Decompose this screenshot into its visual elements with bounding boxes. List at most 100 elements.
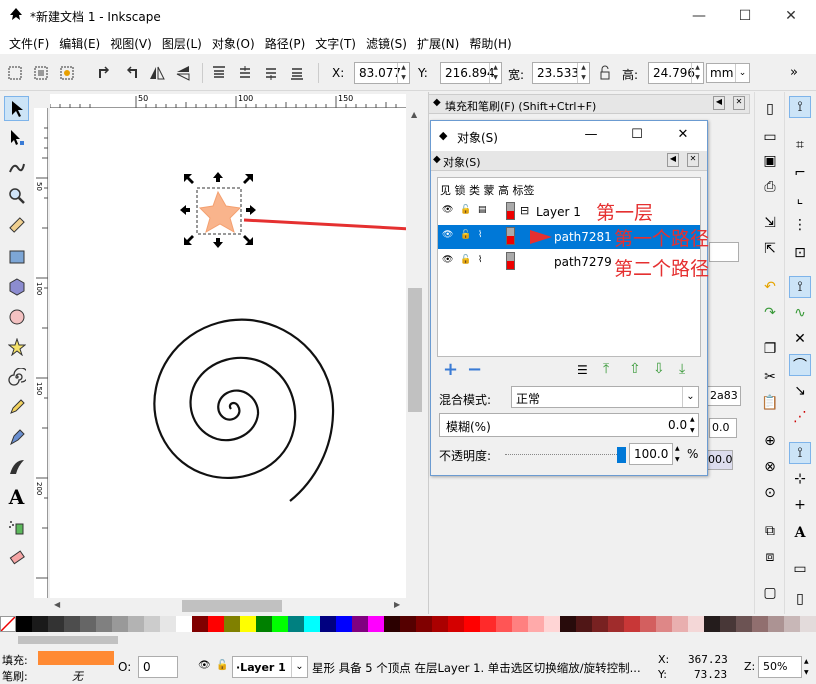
color-swatch[interactable] [448,616,464,632]
dock-collapse-icon[interactable]: ◀ [713,96,725,110]
zoom-field[interactable]: 50% [758,656,802,678]
star-tool-icon[interactable] [4,334,29,359]
color-swatch[interactable] [640,616,656,632]
calligraphy-tool-icon[interactable] [4,454,29,479]
snap-midpoint-icon[interactable]: ⋰ [789,406,811,428]
paste-icon[interactable]: 📋 [759,392,781,414]
color-swatch[interactable] [496,616,512,632]
color-swatch[interactable] [320,616,336,632]
flip-vertical-icon[interactable] [174,64,192,82]
lock-ratio-icon[interactable] [596,64,614,82]
color-swatch[interactable] [704,616,720,632]
close-button[interactable]: ✕ [768,0,814,32]
color-swatch[interactable] [384,616,400,632]
maximize-button[interactable]: ☐ [722,0,768,32]
visible-icon[interactable]: 👁 [442,255,453,265]
color-swatch[interactable] [256,616,272,632]
color-swatch[interactable] [512,616,528,632]
zoom-selection-icon[interactable]: ⊕ [759,430,781,452]
tree-label[interactable]: Layer 1 [536,205,581,219]
x-spinner[interactable]: ▲ ▼ [397,63,409,83]
lock-icon[interactable]: 🔓 [460,230,471,240]
horizontal-ruler[interactable]: 50 100 150 [50,94,406,108]
scroll-up-icon[interactable]: ▲ [411,110,417,119]
clone-icon[interactable]: ⧈ [759,546,781,568]
minimize-button[interactable]: — [676,0,722,32]
no-paint-swatch[interactable] [0,616,16,632]
panel-collapse-icon[interactable]: ◀ [667,153,679,167]
color-swatch[interactable] [32,616,48,632]
color-swatch[interactable] [528,616,544,632]
menu-edit[interactable]: 编辑(E) [54,32,105,54]
horizontal-scroll-thumb[interactable] [182,600,282,612]
rectangle-tool-icon[interactable] [4,244,29,269]
color-swatch[interactable] [128,616,144,632]
select-all-icon[interactable] [6,64,24,82]
menu-text[interactable]: 文字(T) [310,32,361,54]
color-swatch[interactable] [672,616,688,632]
export-icon[interactable]: ⇱ [759,238,781,260]
color-tag-icon[interactable] [506,252,515,270]
vertical-ruler[interactable]: 50 100 150 200 [34,108,48,598]
snap-text-baseline-icon[interactable]: A [789,522,811,544]
menu-help[interactable]: 帮助(H) [464,32,516,54]
rotate-ccw-icon[interactable] [96,64,114,82]
color-swatch[interactable] [592,616,608,632]
snap-intersection-icon[interactable]: ✕ [789,328,811,350]
palette-scrollbar[interactable] [0,632,816,648]
x-field[interactable]: 83.077 ▲ ▼ [354,62,410,84]
color-swatch[interactable] [288,616,304,632]
pencil-tool-icon[interactable] [4,394,29,419]
rotate-cw-icon[interactable] [122,64,140,82]
opacity-spinner[interactable]: ▲ ▼ [675,443,683,465]
snap-bbox-midpoint-icon[interactable]: ⋮ [789,214,811,236]
current-layer-select[interactable]: ·Layer 1 ⌄ [232,656,308,678]
lower-to-bottom-icon[interactable]: ⤓ [679,361,685,377]
lower-icon[interactable] [262,64,280,82]
color-swatch[interactable] [96,616,112,632]
undo-icon[interactable]: ↶ [759,276,781,298]
color-swatch[interactable] [576,616,592,632]
color-swatch[interactable] [144,616,160,632]
objects-maximize-button[interactable]: ☐ [627,127,647,142]
zoom-spinner[interactable]: ▲ ▼ [804,656,809,678]
height-field[interactable]: 24.796 ▲ ▼ [648,62,704,84]
tree-label[interactable]: path7281 [554,230,612,244]
measure-tool-icon[interactable] [4,212,29,237]
tree-row-layer[interactable]: 👁 🔓 ▤ ⊟ Layer 1 [438,200,700,224]
ellipse-tool-icon[interactable] [4,304,29,329]
lock-icon[interactable]: 🔓 [460,205,471,215]
duplicate-icon[interactable]: ⧉ [759,520,781,542]
lower-icon[interactable]: ⇩ [653,361,665,377]
tweak-tool-icon[interactable] [4,154,29,179]
menu-object[interactable]: 对象(O) [207,32,260,54]
scroll-right-icon[interactable]: ▶ [394,600,400,609]
color-swatch[interactable] [176,616,192,632]
color-swatch[interactable] [544,616,560,632]
panel-close-icon[interactable]: ✕ [687,153,699,167]
width-field[interactable]: 23.533 ▲ ▼ [532,62,590,84]
flip-horizontal-icon[interactable] [148,64,166,82]
color-swatch[interactable] [240,616,256,632]
import-icon[interactable]: ⇲ [759,212,781,234]
opacity-slider-handle[interactable] [617,447,626,463]
properties-icon[interactable]: ☰ [577,363,588,377]
color-swatch[interactable] [656,616,672,632]
color-swatch[interactable] [432,616,448,632]
snap-bbox-corner-icon[interactable]: ⌞ [789,188,811,210]
snap-grid-icon[interactable]: ▯ [789,588,811,610]
overflow-button[interactable]: » [790,65,798,80]
raise-icon[interactable] [236,64,254,82]
color-swatch[interactable] [768,616,784,632]
color-tag-icon[interactable] [506,227,515,245]
snap-cusp-icon[interactable]: ⌒ [789,354,811,376]
layer-visible-icon[interactable]: 👁 [198,660,211,671]
status-opacity-field[interactable]: 0 [138,656,178,678]
raise-to-top-icon[interactable]: ⤒ [603,361,609,377]
color-swatch[interactable] [352,616,368,632]
color-swatch[interactable] [736,616,752,632]
selector-tool-icon[interactable] [4,96,29,121]
visible-icon[interactable]: 👁 [442,205,453,215]
menu-view[interactable]: 视图(V) [105,32,157,54]
color-swatch[interactable] [16,616,32,632]
